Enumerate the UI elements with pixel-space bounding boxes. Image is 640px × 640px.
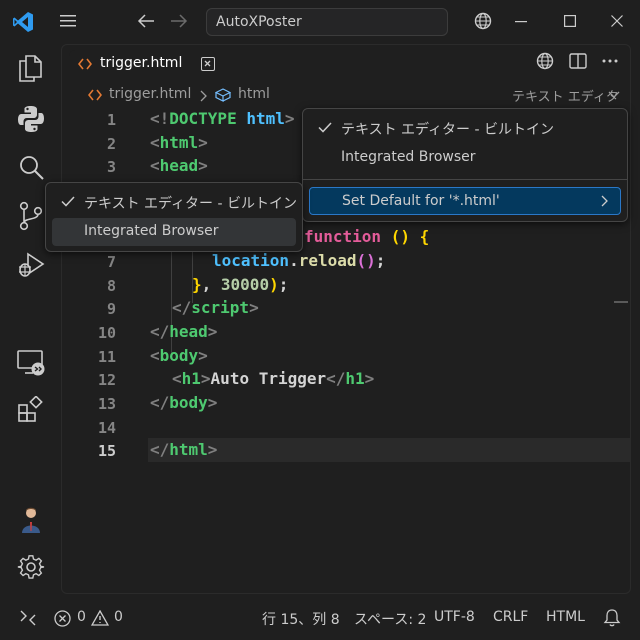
error-count[interactable]: 0 [77,609,86,625]
code-line-10: </head> [150,322,218,341]
chevron-down-icon[interactable] [608,91,620,99]
breadcrumb-symbol-icon [215,88,231,102]
line-number: 1 [106,111,116,129]
error-icon[interactable] [54,610,71,627]
code-line-1: <!DOCTYPE html> [150,109,295,128]
current-line-highlight [148,438,630,462]
line-number-active: 15 [97,442,116,460]
code-line-13: </body> [150,393,218,412]
split-editor-icon[interactable] [569,53,587,69]
code-line-9: </script> [172,298,259,317]
line-number: 2 [106,135,116,153]
editor-type-menu: テキスト エディター - ビルトイン Integrated Browser Se… [302,108,628,222]
settings-gear-icon[interactable] [17,553,45,581]
extensions-icon[interactable] [17,396,45,424]
language-mode[interactable]: HTML [546,609,585,625]
editor-type-submenu: テキスト エディター - ビルトイン Integrated Browser [45,182,303,252]
code-line-7: location.reload(); [212,251,386,270]
maximize-icon[interactable] [564,15,576,27]
line-number: 7 [106,253,116,271]
breadcrumb-html-file-icon [88,89,102,101]
search-icon[interactable] [17,154,45,182]
indentation[interactable]: スペース: 2 [354,609,426,629]
menu-icon[interactable] [60,14,76,28]
code-line-11: <body> [150,346,208,365]
back-arrow-icon[interactable] [137,13,155,29]
code-line-3: <head> [150,156,208,175]
close-tab-icon[interactable] [201,57,215,71]
explorer-icon[interactable] [17,53,43,83]
breadcrumb-file[interactable]: trigger.html [109,86,191,102]
line-number: 11 [97,348,116,366]
forward-arrow-icon[interactable] [170,13,188,29]
code-line-8: }, 30000); [192,275,289,294]
run-debug-icon[interactable] [16,250,46,280]
code-line-12: <h1>Auto Trigger</h1> [172,369,375,388]
account-avatar-icon[interactable] [19,506,43,534]
menu-item-text-editor[interactable]: テキスト エディター - ビルトイン [309,114,621,142]
line-number: 13 [97,395,116,413]
menu-separator [303,179,627,180]
line-number: 14 [97,419,116,437]
title-bar: AutoXPoster [0,0,640,44]
notifications-bell-icon[interactable] [603,608,621,627]
check-icon [318,122,332,133]
cursor-position[interactable]: 行 15、列 8 [262,609,340,629]
more-actions-icon[interactable] [602,59,618,63]
chevron-right-icon [601,195,608,207]
open-preview-globe-icon[interactable] [536,52,554,70]
encoding[interactable]: UTF-8 [434,609,475,625]
source-control-icon[interactable] [18,201,44,231]
menu-item-integrated-browser[interactable]: Integrated Browser [309,144,621,172]
breadcrumb-symbol[interactable]: html [238,86,270,102]
python-icon[interactable] [16,104,46,134]
vscode-logo-icon [13,12,33,32]
overview-ruler-line [614,301,628,303]
menu-item-set-default[interactable]: Set Default for '*.html' [309,187,621,215]
line-ending[interactable]: CRLF [493,609,528,625]
activity-bar [0,44,60,596]
line-number: 3 [106,158,116,176]
code-line-2: <html> [150,133,208,152]
code-line-6: function () { [304,227,430,246]
remote-indicator-icon[interactable] [20,610,36,626]
html-file-icon [78,58,92,70]
minimize-icon[interactable] [515,21,527,23]
code-line-15: </html> [150,440,218,459]
search-text: AutoXPoster [216,14,302,30]
warning-count[interactable]: 0 [114,609,123,625]
check-icon [61,196,75,207]
command-center-search[interactable]: AutoXPoster [206,8,448,36]
tab-label: trigger.html [100,55,183,71]
breadcrumb-chevron-icon [200,90,207,102]
line-number: 9 [106,300,116,318]
warning-icon[interactable] [91,610,109,626]
globe-icon[interactable] [474,12,492,30]
remote-explorer-icon[interactable] [16,348,46,378]
submenu-item-text-editor[interactable]: テキスト エディター - ビルトイン [52,188,297,216]
line-number: 12 [97,371,116,389]
close-window-icon[interactable] [611,15,623,27]
status-bar: 0 0 行 15、列 8 スペース: 2 UTF-8 CRLF HTML [0,596,640,640]
line-number: 10 [97,324,116,342]
line-number: 8 [106,277,116,295]
tab-trigger-html[interactable]: trigger.html [69,50,215,78]
submenu-item-integrated-browser[interactable]: Integrated Browser [52,218,296,246]
